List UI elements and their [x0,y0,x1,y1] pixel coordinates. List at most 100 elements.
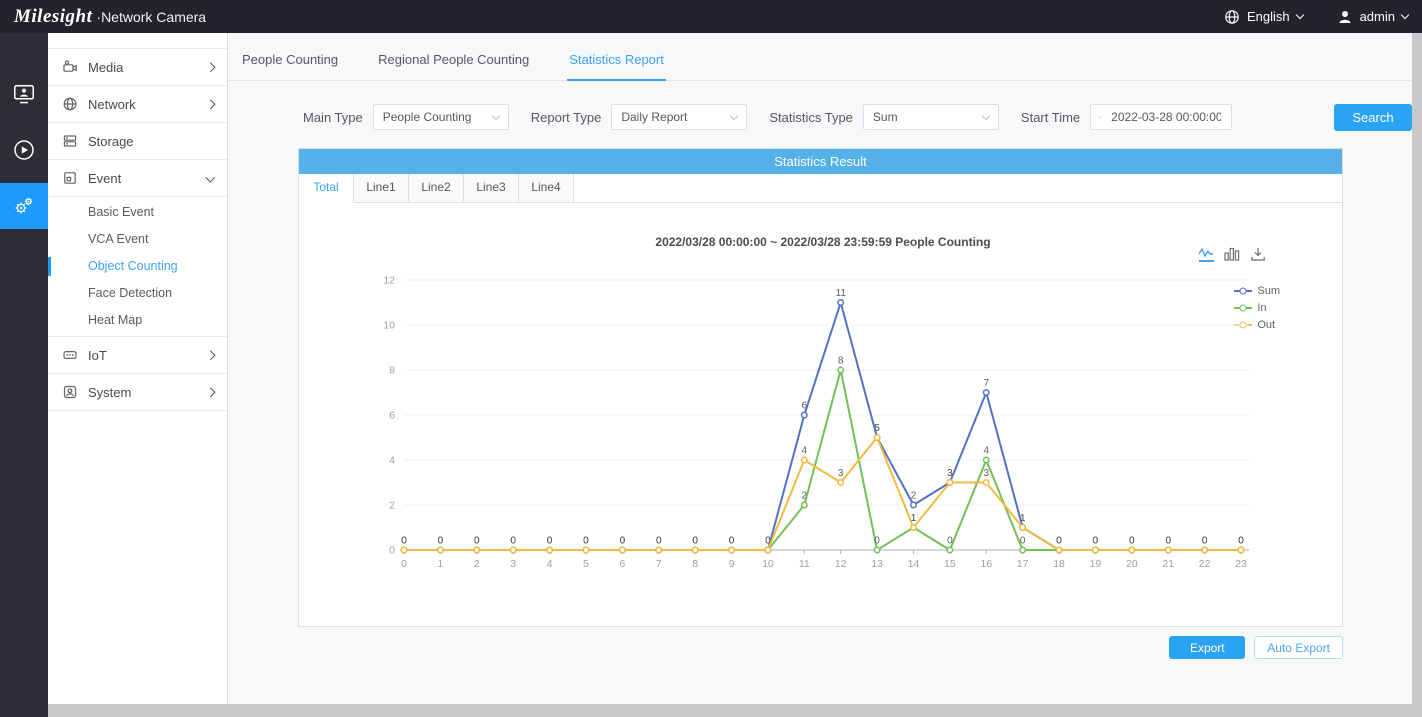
svg-text:0: 0 [656,536,662,547]
export-button[interactable]: Export [1169,636,1245,659]
svg-text:3: 3 [838,468,844,479]
tab-line1[interactable]: Line1 [354,174,409,202]
auto-export-button[interactable]: Auto Export [1254,636,1343,659]
svg-text:5: 5 [583,558,589,570]
sidebar-item-event[interactable]: Event [48,159,227,196]
statistics-type-select[interactable]: Sum [863,104,999,130]
event-submenu: Basic Event VCA Event Object Counting Fa… [48,196,227,336]
tab-total[interactable]: Total [299,174,354,202]
sidebar-item-label: Storage [88,134,134,149]
start-time-field[interactable] [1090,104,1232,130]
sidebar-item-system[interactable]: System [48,373,227,410]
user-icon [1337,9,1353,25]
svg-text:14: 14 [908,558,920,570]
sidebar-divider [48,410,227,411]
svg-text:18: 18 [1053,558,1065,570]
chevron-right-icon [205,99,214,108]
download-icon [1250,247,1266,261]
svg-text:0: 0 [1129,536,1135,547]
sidebar-item-iot[interactable]: IoT [48,336,227,373]
language-label: English [1247,9,1290,24]
statistics-type-value: Sum [873,110,898,124]
svg-text:6: 6 [389,410,395,422]
svg-text:16: 16 [980,558,992,570]
svg-text:2: 2 [474,558,480,570]
svg-text:22: 22 [1199,558,1211,570]
svg-text:11: 11 [836,288,847,299]
svg-text:11: 11 [799,558,810,570]
svg-text:4: 4 [389,455,395,467]
svg-text:0: 0 [1093,536,1099,547]
svg-text:9: 9 [729,558,735,570]
language-selector[interactable]: English [1224,9,1303,25]
chevron-down-icon [730,112,738,120]
rail-item-settings[interactable] [0,183,48,229]
sidebar-item-object-counting[interactable]: Object Counting [48,253,227,280]
svg-text:0: 0 [1202,536,1208,547]
clock-icon [1099,111,1102,124]
sidebar-item-face-detection[interactable]: Face Detection [48,280,227,307]
media-icon [62,59,78,75]
chevron-right-icon [205,62,214,71]
tab-statistics-report[interactable]: Statistics Report [567,52,666,81]
svg-text:2: 2 [911,491,917,502]
svg-text:0: 0 [874,536,880,547]
statistics-type-label: Statistics Type [769,110,853,125]
chevron-down-icon [1401,11,1409,19]
filter-bar: Main Type People Counting Report Type Da… [303,103,1412,131]
user-label: admin [1360,9,1395,24]
bar-chart-icon [1224,247,1240,261]
line-chart-toggle[interactable] [1198,247,1214,262]
tab-line3[interactable]: Line3 [464,174,519,202]
svg-text:2: 2 [389,500,395,512]
start-time-input[interactable] [1109,109,1223,125]
download-chart[interactable] [1250,247,1266,261]
line-chart-icon [1198,247,1214,258]
sidebar-item-basic-event[interactable]: Basic Event [48,199,227,226]
tab-line2[interactable]: Line2 [409,174,464,202]
svg-text:21: 21 [1162,558,1174,570]
sidebar-item-storage[interactable]: Storage [48,122,227,159]
rail-item-liveview[interactable] [0,71,48,117]
sidebar-item-vca-event[interactable]: VCA Event [48,226,227,253]
user-menu[interactable]: admin [1337,9,1408,25]
sidebar-item-heat-map[interactable]: Heat Map [48,307,227,334]
chevron-down-icon [205,172,214,181]
chart-area: 2022/03/28 00:00:00 ~ 2022/03/28 23:59:5… [299,203,1342,626]
svg-text:3: 3 [510,558,516,570]
svg-text:8: 8 [692,558,698,570]
svg-text:7: 7 [656,558,662,570]
liveview-icon [13,84,35,105]
sidebar-item-media[interactable]: Media [48,48,227,85]
playback-icon [13,139,35,161]
svg-text:8: 8 [389,365,395,377]
svg-text:3: 3 [983,468,989,479]
tab-line4[interactable]: Line4 [519,174,574,202]
bar-chart-toggle[interactable] [1224,247,1240,261]
svg-text:4: 4 [983,446,989,457]
tab-people-counting[interactable]: People Counting [240,52,340,81]
chevron-down-icon [1295,11,1303,19]
svg-text:0: 0 [1056,536,1062,547]
svg-text:0: 0 [947,536,953,547]
svg-text:0: 0 [389,545,395,557]
tab-regional-people-counting[interactable]: Regional People Counting [376,52,531,81]
svg-text:12: 12 [835,558,847,570]
search-button[interactable]: Search [1334,104,1412,131]
report-type-select[interactable]: Daily Report [611,104,747,130]
sidebar-item-label: Media [88,60,123,75]
topbar: Milesight ·Network Camera English admin [0,0,1422,33]
svg-text:1: 1 [1020,513,1026,524]
rail-item-playback[interactable] [0,127,48,173]
brand-name: Milesight [14,6,92,28]
sidebar-item-network[interactable]: Network [48,85,227,122]
sidebar-item-label: Network [88,97,136,112]
chart-title: 2022/03/28 00:00:00 ~ 2022/03/28 23:59:5… [404,235,1242,249]
svg-text:10: 10 [762,558,774,570]
storage-icon [62,133,78,149]
main-type-select[interactable]: People Counting [373,104,509,130]
svg-text:17: 17 [1017,558,1029,570]
page-tabs: People Counting Regional People Counting… [228,33,1412,81]
svg-text:13: 13 [871,558,883,570]
sidebar-item-label: IoT [88,348,107,363]
